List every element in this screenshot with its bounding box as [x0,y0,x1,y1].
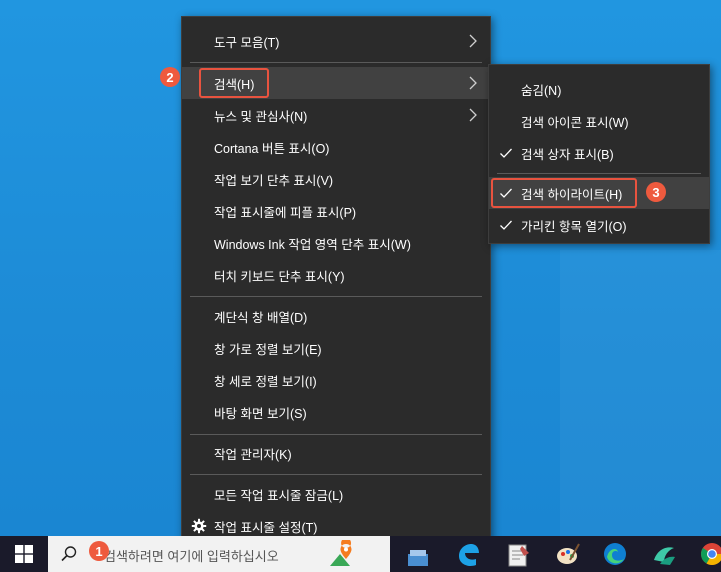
callout-badge-2: 2 [160,67,180,87]
submenu-item-label: 검색 아이콘 표시(W) [521,115,629,130]
chrome-icon[interactable] [698,540,721,568]
taskbar-context-menu: 도구 모음(T) 검색(H) 뉴스 및 관심사(N) Cortana 버튼 표시… [181,16,491,549]
menu-item-windows-ink[interactable]: Windows Ink 작업 영역 단추 표시(W) [182,227,490,259]
edge-legacy-icon[interactable] [454,540,482,568]
chevron-right-icon [469,108,477,122]
menu-separator [190,474,482,475]
start-button[interactable] [0,536,48,572]
menu-item-label: 뉴스 및 관심사(N) [214,109,308,124]
menu-item-label: 작업 표시줄 설정(T) [214,520,318,535]
submenu-item-label: 검색 상자 표시(B) [521,147,614,162]
menu-item-label: 모든 작업 표시줄 잠금(L) [214,488,344,503]
menu-separator [190,296,482,297]
menu-item-news-interests[interactable]: 뉴스 및 관심사(N) [182,99,490,131]
menu-item-people[interactable]: 작업 표시줄에 피플 표시(P) [182,195,490,227]
menu-item-label: Windows Ink 작업 영역 단추 표시(W) [214,237,411,252]
submenu-item-show-search-box[interactable]: 검색 상자 표시(B) [489,137,709,169]
menu-item-label: Cortana 버튼 표시(O) [214,141,330,156]
menu-item-lock-taskbar[interactable]: 모든 작업 표시줄 잠금(L) [182,478,490,510]
menu-item-task-manager[interactable]: 작업 관리자(K) [182,437,490,469]
menu-item-label: 터치 키보드 단추 표시(Y) [214,269,345,284]
gear-icon [191,518,207,534]
callout-badge-3: 3 [646,182,666,202]
menu-item-cortana[interactable]: Cortana 버튼 표시(O) [182,131,490,163]
menu-item-stack[interactable]: 창 가로 정렬 보기(E) [182,332,490,364]
file-explorer-icon[interactable] [404,540,432,568]
callout-badge-1: 1 [89,541,109,561]
checkmark-icon [500,220,512,230]
search-icon [61,546,77,562]
chevron-right-icon [469,76,477,90]
submenu-separator [497,173,701,174]
menu-item-label: 작업 보기 단추 표시(V) [214,173,334,188]
submenu-item-hidden[interactable]: 숨김(N) [489,73,709,105]
menu-separator [190,62,482,63]
menu-item-side-by-side[interactable]: 창 세로 정렬 보기(I) [182,364,490,396]
submenu-item-show-search-icon[interactable]: 검색 아이콘 표시(W) [489,105,709,137]
chevron-right-icon [469,34,477,48]
map-pin-icon[interactable] [326,540,354,568]
menu-item-cascade[interactable]: 계단식 창 배열(D) [182,300,490,332]
menu-item-touch-keyboard[interactable]: 터치 키보드 단추 표시(Y) [182,259,490,291]
menu-item-label: 창 가로 정렬 보기(E) [214,342,322,357]
submenu-item-label: 가리킨 항목 열기(O) [521,219,627,234]
submenu-item-label: 숨김(N) [521,83,562,98]
menu-separator [190,434,482,435]
highlight-box-search [199,68,269,98]
search-submenu: 숨김(N) 검색 아이콘 표시(W) 검색 상자 표시(B) 검색 하이라이트(… [488,64,710,244]
menu-item-label: 바탕 화면 보기(S) [214,406,307,421]
highlight-box-search-highlights [491,178,637,208]
menu-item-label: 작업 표시줄에 피플 표시(P) [214,205,357,220]
menu-item-task-view[interactable]: 작업 보기 단추 표시(V) [182,163,490,195]
menu-item-label: 작업 관리자(K) [214,447,292,462]
menu-item-show-desktop[interactable]: 바탕 화면 보기(S) [182,396,490,428]
wallpaper-panel [560,250,721,536]
menu-item-toolbars[interactable]: 도구 모음(T) [182,25,490,57]
search-placeholder: 검색하려면 여기에 입력하십시오 [104,549,279,564]
store-icon[interactable] [650,540,678,568]
paint-icon[interactable] [554,540,582,568]
edge-icon[interactable] [601,540,629,568]
checkmark-icon [500,148,512,158]
menu-item-label: 창 세로 정렬 보기(I) [214,374,317,389]
windows-start-icon [15,545,33,563]
notepad-icon[interactable] [504,540,532,568]
menu-item-label: 계단식 창 배열(D) [214,310,308,325]
menu-item-label: 도구 모음(T) [214,35,280,50]
submenu-item-open-on-hover[interactable]: 가리킨 항목 열기(O) [489,209,709,241]
